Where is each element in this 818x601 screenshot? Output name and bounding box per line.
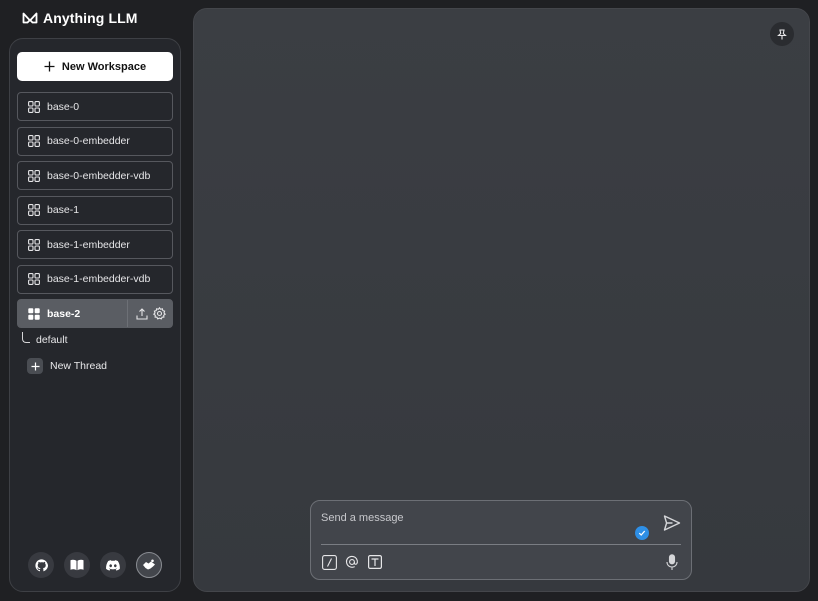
community-hub-icon[interactable]: [136, 552, 162, 578]
thread-connector: [22, 331, 30, 343]
discord-icon[interactable]: [100, 552, 126, 578]
plus-icon: [44, 61, 55, 72]
app-logo-text: Anything LLM: [43, 10, 138, 26]
workspace-item-base-1-embedder-vdb[interactable]: base-1-embedder-vdb: [17, 264, 173, 294]
workspace-item-base-1-embedder[interactable]: base-1-embedder: [17, 230, 173, 259]
gear-icon[interactable]: [153, 307, 166, 320]
anything-llm-logo-icon: [22, 12, 38, 24]
message-input[interactable]: [321, 509, 641, 527]
workspace-grid-icon: [28, 273, 40, 285]
workspace-grid-icon: [28, 307, 40, 320]
sidebar-footer: [28, 552, 162, 578]
workspace-label: base-0: [47, 100, 80, 113]
check-badge-icon: [635, 526, 649, 540]
workspace-grid-icon: [28, 238, 40, 251]
workspace-item-base-0[interactable]: base-0: [17, 92, 173, 121]
workspace-item-base-0-embedder[interactable]: base-0-embedder: [17, 126, 173, 156]
send-icon[interactable]: [663, 514, 681, 532]
thread-label: default: [36, 334, 68, 346]
workspace-label: base-1-embedder: [47, 238, 130, 251]
plus-icon: [27, 358, 43, 374]
composer-tools: [321, 554, 383, 570]
workspace-grid-icon: [28, 135, 40, 147]
workspace-grid-icon: [28, 204, 40, 216]
message-composer: [310, 500, 692, 580]
thread-item-default[interactable]: default: [22, 330, 68, 350]
workspace-label: base-1-embedder-vdb: [47, 273, 151, 285]
github-icon[interactable]: [28, 552, 54, 578]
workspace-grid-icon: [28, 100, 40, 113]
sidebar: New Workspace base-0 base-0-embedder bas…: [9, 38, 181, 592]
workspace-actions: [127, 300, 172, 327]
workspace-label: base-0-embedder-vdb: [47, 169, 151, 182]
workspace-label: base-0-embedder: [47, 135, 130, 147]
text-format-icon[interactable]: [367, 554, 383, 570]
workspace-label: base-1: [47, 204, 80, 216]
microphone-icon[interactable]: [665, 554, 679, 571]
upload-icon[interactable]: [136, 307, 148, 320]
workspace-list: base-0 base-0-embedder base-0-embedder-v…: [17, 92, 173, 334]
slash-command-icon[interactable]: [321, 554, 337, 570]
new-thread-button[interactable]: New Thread: [27, 358, 107, 374]
at-mention-icon[interactable]: [344, 554, 360, 570]
new-workspace-button[interactable]: New Workspace: [17, 52, 173, 81]
workspace-grid-icon: [28, 169, 40, 182]
composer-divider: [321, 544, 681, 545]
new-workspace-label: New Workspace: [61, 60, 147, 73]
pin-icon[interactable]: [770, 22, 794, 46]
workspace-label: base-2: [47, 307, 81, 320]
new-thread-label: New Thread: [50, 360, 108, 372]
docs-book-icon[interactable]: [64, 552, 90, 578]
workspace-item-base-1[interactable]: base-1: [17, 195, 173, 225]
app-logo: Anything LLM: [22, 9, 138, 27]
workspace-item-base-2[interactable]: base-2: [17, 299, 173, 328]
workspace-item-base-0-embedder-vdb[interactable]: base-0-embedder-vdb: [17, 161, 173, 190]
